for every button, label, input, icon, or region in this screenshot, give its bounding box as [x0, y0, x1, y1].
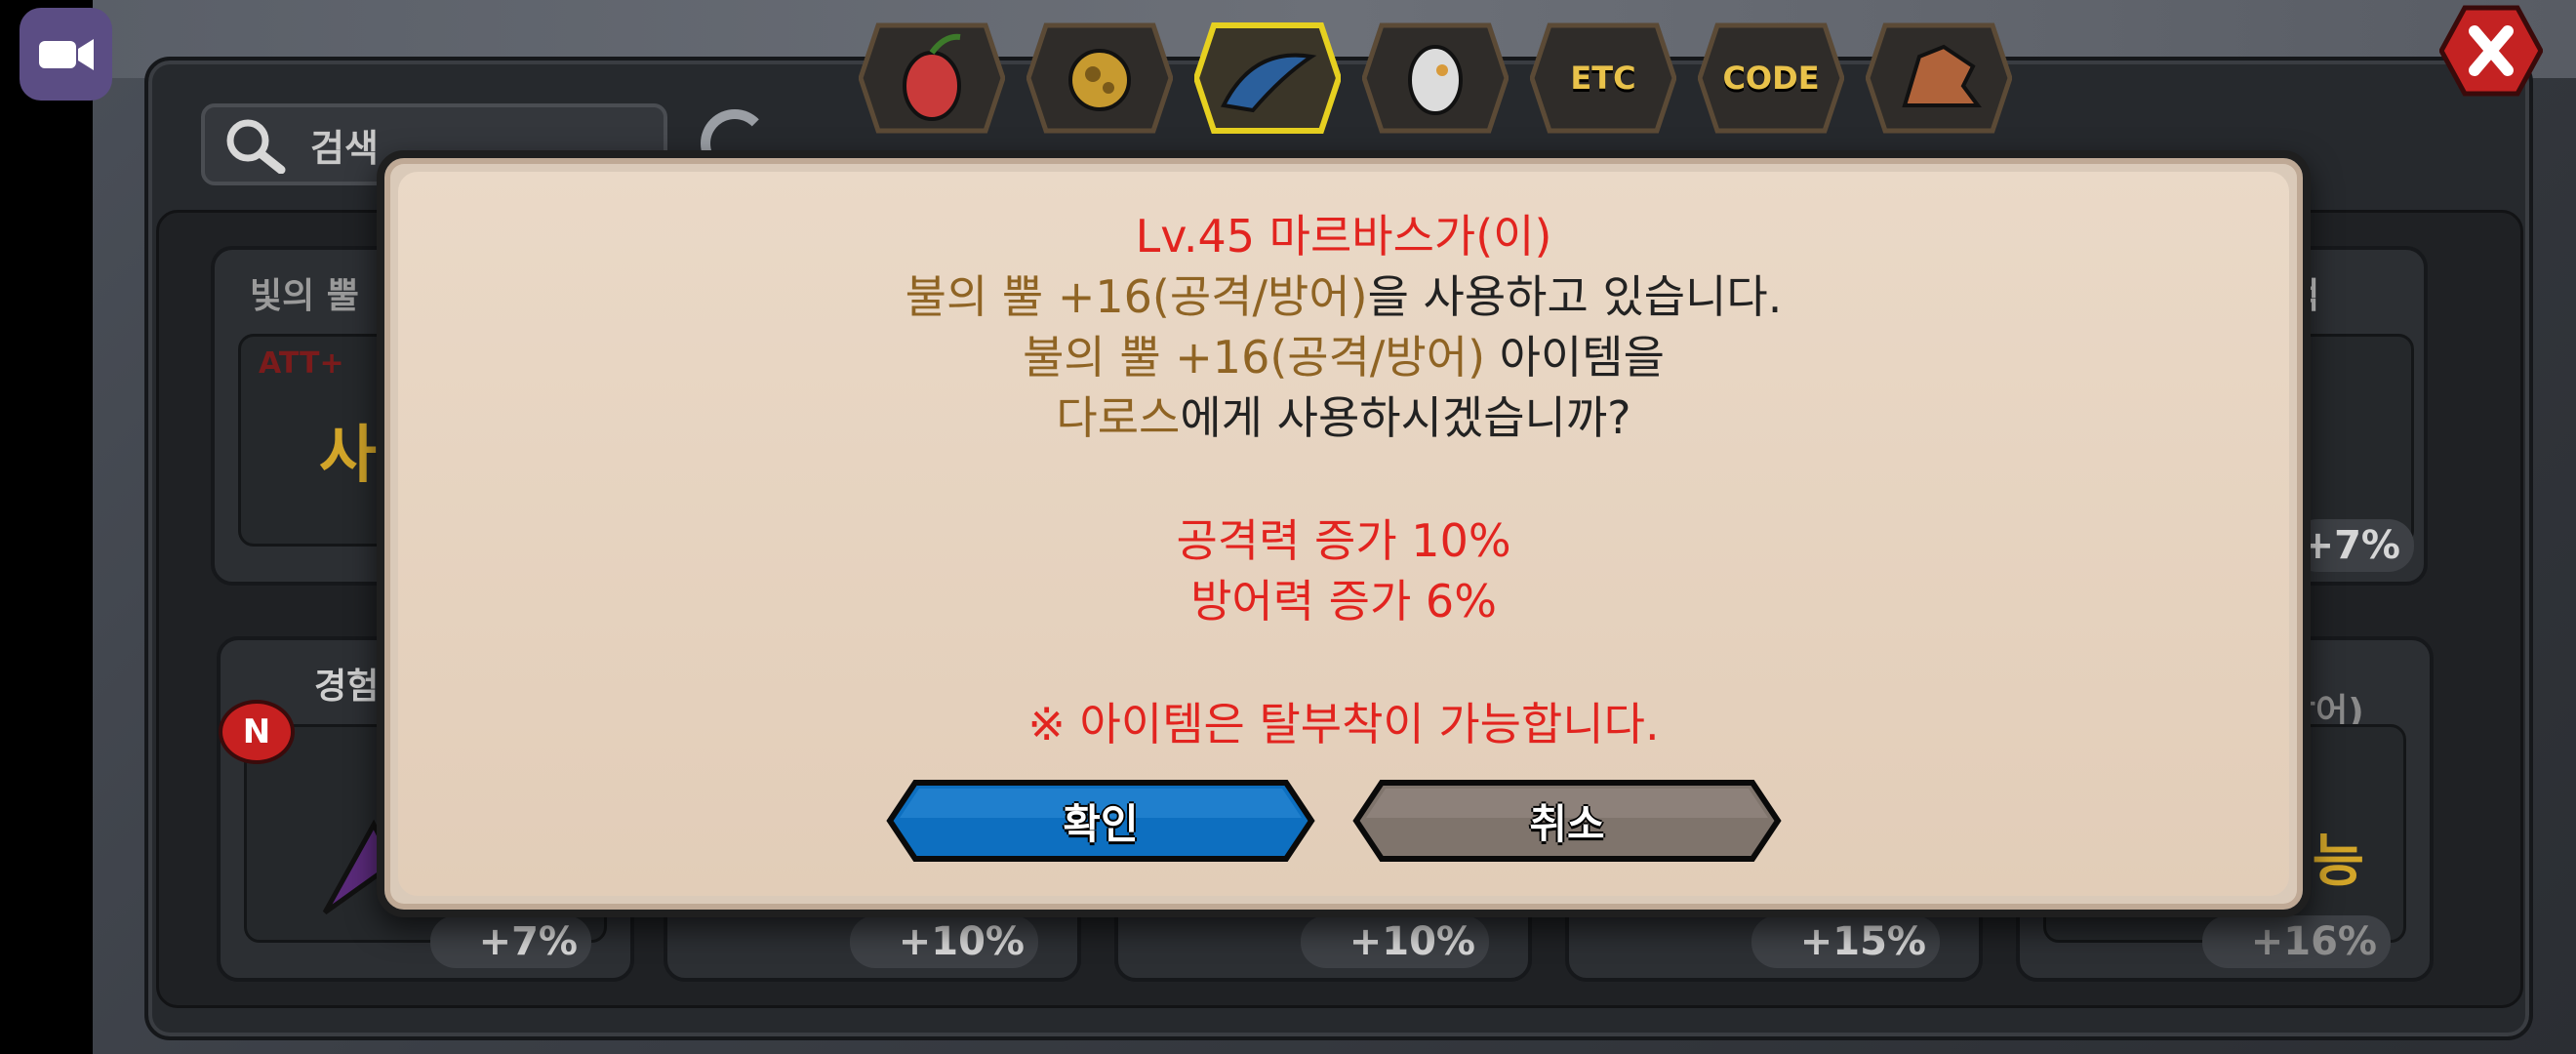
search-input[interactable]: 검색: [310, 118, 379, 172]
horn-icon: [1220, 53, 1317, 113]
dialog-body: Lv.45 마르바스가(이) 불의 뿔 +16(공격/방어)을 사용하고 있습니…: [398, 172, 2289, 896]
tab-fruit[interactable]: [859, 18, 1005, 139]
item-card-attr: ATT+: [259, 346, 344, 381]
item-card-title: 빛의 뿔: [250, 276, 359, 316]
tab-horn[interactable]: [1194, 18, 1341, 139]
detach-note: ※ 아이템은 탈부착이 가능합니다.: [1027, 698, 1660, 750]
video-camera-icon: [38, 38, 94, 70]
ore-icon: [1068, 49, 1131, 111]
dragon-icon: [1902, 44, 1982, 107]
tab-material[interactable]: [1026, 18, 1173, 139]
dialog-level-line: Lv.45 마르바스가(이): [1135, 210, 1552, 263]
tab-etc[interactable]: ETC: [1530, 18, 1676, 139]
new-item-name: 불의 뿔 +16(공격/방어): [1023, 331, 1486, 384]
item-card-bonus: +16%: [2201, 915, 2391, 968]
item-card-title: 경험: [314, 667, 380, 707]
search-icon: [226, 119, 286, 174]
confirm-button[interactable]: 확인: [886, 779, 1315, 863]
tab-code-label: CODE: [1722, 60, 1820, 97]
new-item-text: 아이템을: [1485, 331, 1665, 384]
item-card-bonus: +10%: [1300, 915, 1489, 968]
confirm-button-label: 확인: [1063, 799, 1139, 848]
tab-egg[interactable]: [1362, 18, 1509, 139]
item-card-glyph: 사: [319, 420, 377, 492]
dialog-target-line: 다로스에게 사용하시겠습니까?: [398, 388, 2289, 447]
item-card-bonus: +7%: [429, 915, 591, 968]
tab-dragon[interactable]: [1866, 18, 2012, 139]
stat-attack: 공격력 증가 10%: [1176, 514, 1511, 567]
current-item-name: 불의 뿔 +16(공격/방어): [905, 270, 1368, 323]
close-button[interactable]: [2438, 4, 2544, 98]
close-icon: [2438, 5, 2544, 97]
fruit-icon: [903, 33, 961, 121]
item-card-bonus: +15%: [1751, 915, 1940, 968]
stat-defense: 방어력 증가 6%: [1190, 575, 1497, 628]
screen-record-button[interactable]: [20, 8, 112, 101]
item-card-glyph: 능: [2312, 828, 2364, 894]
target-name: 다로스: [1056, 391, 1181, 444]
category-tabs: ETC CODE: [859, 18, 2012, 139]
egg-icon: [1408, 45, 1463, 115]
game-screen: 검색 빛의 뿔 ATT+ 사 적 +7% 경험 +7% +10% +10% +1…: [0, 0, 2576, 1054]
target-text: 에게 사용하시겠습니까?: [1180, 391, 1631, 444]
tab-code[interactable]: CODE: [1698, 18, 1844, 139]
cancel-button[interactable]: 취소: [1352, 779, 1782, 863]
current-item-text: 을 사용하고 있습니다.: [1367, 270, 1783, 323]
dialog-new-item-line: 불의 뿔 +16(공격/방어) 아이템을: [398, 328, 2289, 386]
tab-etc-label: ETC: [1570, 60, 1636, 97]
confirm-dialog: Lv.45 마르바스가(이) 불의 뿔 +16(공격/방어)을 사용하고 있습니…: [377, 150, 2311, 917]
item-card-bonus: +10%: [849, 915, 1038, 968]
new-badge: N: [219, 700, 295, 764]
dialog-current-item-line: 불의 뿔 +16(공격/방어)을 사용하고 있습니다.: [398, 267, 2289, 326]
cancel-button-label: 취소: [1529, 799, 1605, 848]
